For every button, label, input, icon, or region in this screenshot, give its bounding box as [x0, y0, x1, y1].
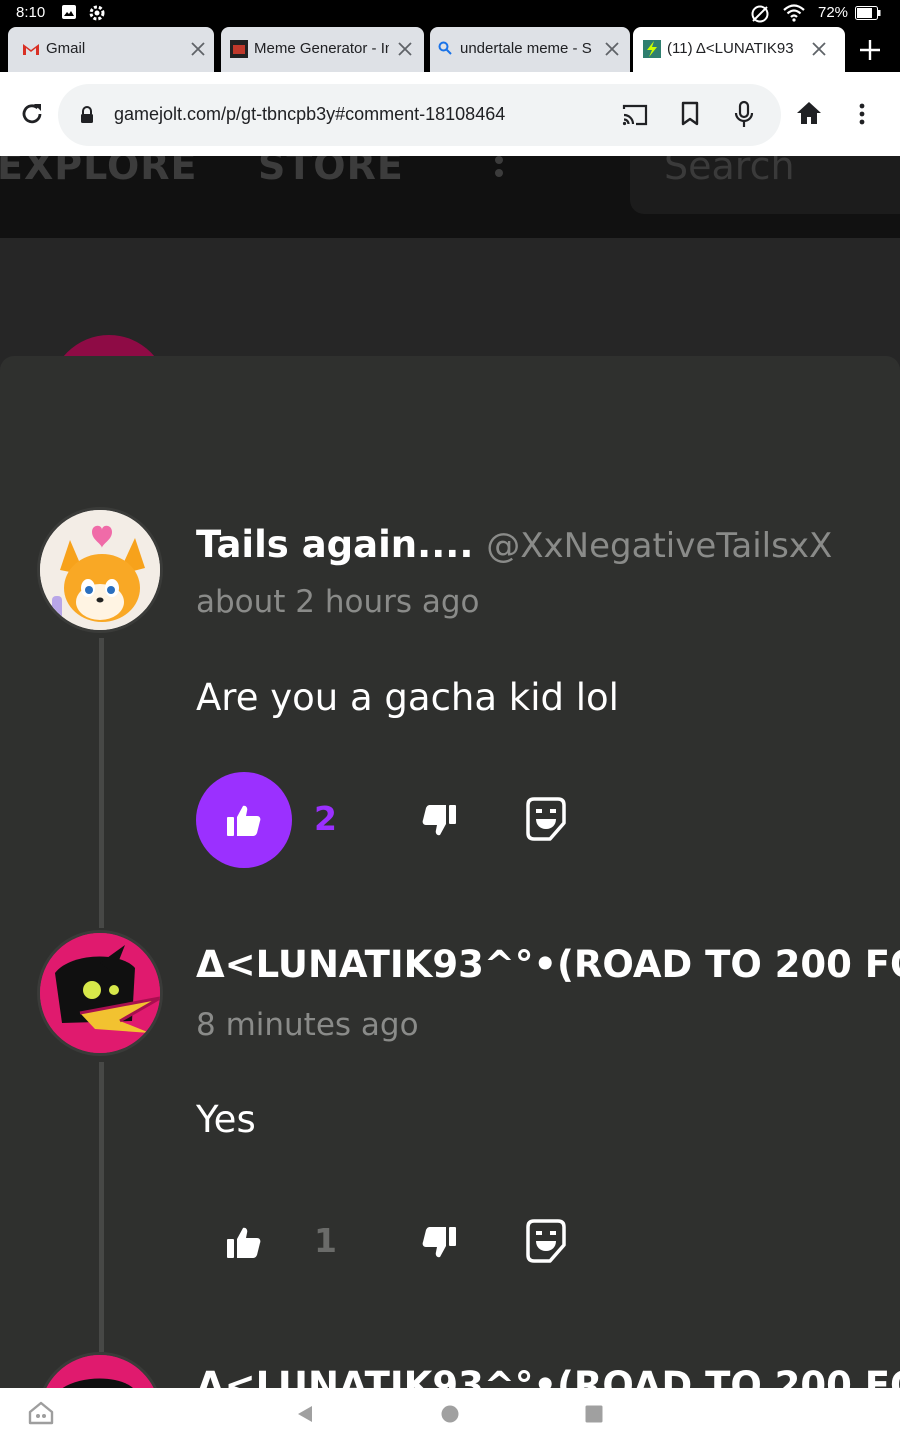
browser-toolbar: gamejolt.com/p/gt-tbncpb3y#comment-18108…	[0, 72, 900, 156]
do-not-disturb-icon	[751, 5, 769, 23]
home-circle-icon[interactable]	[440, 1404, 460, 1424]
comment-thread-panel: Tails again.... @XxNegativeTailsxX about…	[0, 356, 900, 1388]
like-count[interactable]: 1	[314, 1221, 337, 1260]
comment-timestamp[interactable]: about 2 hours ago	[196, 584, 480, 620]
gmail-icon	[23, 44, 39, 55]
page-background	[0, 238, 900, 368]
avatar[interactable]	[37, 1352, 163, 1388]
address-bar[interactable]: gamejolt.com/p/gt-tbncpb3y#comment-18108…	[58, 84, 781, 146]
comment-body: Yes	[196, 1098, 256, 1141]
sticker-icon[interactable]	[526, 797, 566, 843]
recents-icon[interactable]	[584, 1404, 604, 1424]
close-tab-icon[interactable]	[188, 39, 208, 59]
comment-author[interactable]: Δ<LUNATIK93^°•(ROAD TO 200 FOL	[196, 943, 900, 986]
battery-percent: 72%	[818, 4, 849, 21]
comment-author[interactable]: Tails again.... @XxNegativeTailsxX	[196, 523, 832, 566]
search-icon	[438, 41, 452, 55]
gamejolt-icon	[643, 40, 661, 58]
settings-gear-icon	[89, 5, 105, 21]
comment-body: Are you a gacha kid lol	[196, 676, 619, 719]
thumbs-up-icon	[227, 805, 261, 836]
clock: 8:10	[16, 4, 46, 21]
close-tab-icon[interactable]	[395, 39, 415, 59]
thumbs-down-icon[interactable]	[421, 803, 457, 839]
lunatik-avatar-image	[40, 933, 160, 1053]
author-name[interactable]: Δ<LUNATIK93^°•(ROAD TO 200 FOL	[196, 1364, 900, 1388]
status-bar: 8:10 72%	[0, 0, 900, 27]
tab-title: undertale meme - S	[460, 40, 592, 57]
tab-gmail[interactable]: Gmail	[8, 27, 214, 72]
tab-title: (11) Δ<LUNATIK93	[667, 40, 794, 57]
tab-gamejolt[interactable]: (11) Δ<LUNATIK93	[633, 27, 845, 72]
imgflip-icon	[230, 40, 248, 58]
tab-title: Meme Generator - Im	[254, 40, 389, 57]
tab-title: Gmail	[46, 40, 86, 57]
site-search-input[interactable]: Search	[630, 156, 900, 214]
sticker-icon[interactable]	[526, 1219, 566, 1265]
wifi-icon	[783, 4, 805, 22]
home-icon[interactable]	[796, 101, 822, 125]
site-header: EXPLORE STORE Search	[0, 156, 900, 238]
author-name[interactable]: Tails again....	[196, 523, 473, 566]
home-apps-icon[interactable]	[28, 1401, 54, 1425]
avatar[interactable]	[37, 930, 163, 1056]
thumbs-down-icon[interactable]	[421, 1225, 457, 1261]
new-tab-plus-icon[interactable]	[852, 35, 888, 65]
tab-strip: Gmail Meme Generator - Im undertale meme…	[0, 27, 900, 72]
reload-icon[interactable]	[18, 100, 46, 128]
bookmark-icon[interactable]	[680, 101, 700, 127]
back-icon[interactable]	[296, 1404, 314, 1424]
more-vert-icon[interactable]	[855, 102, 869, 126]
thumbs-up-icon	[227, 1227, 261, 1258]
lock-icon	[81, 106, 93, 123]
nav-store[interactable]: STORE	[258, 156, 404, 188]
author-handle[interactable]: @XxNegativeTailsxX	[486, 526, 832, 566]
tails-avatar-image	[40, 510, 160, 630]
site-search-placeholder: Search	[664, 156, 795, 188]
url-text[interactable]: gamejolt.com/p/gt-tbncpb3y#comment-18108…	[114, 104, 505, 125]
close-tab-icon[interactable]	[602, 39, 622, 59]
author-name[interactable]: Δ<LUNATIK93^°•(ROAD TO 200 FOL	[196, 943, 900, 986]
like-button[interactable]	[196, 1194, 292, 1290]
battery-icon	[855, 6, 881, 20]
tab-undertale-search[interactable]: undertale meme - S	[430, 27, 630, 72]
system-nav-bar	[0, 1388, 900, 1440]
avatar[interactable]	[37, 507, 163, 633]
lunatik-avatar-image	[40, 1355, 160, 1388]
mic-icon[interactable]	[733, 100, 755, 130]
more-menu-icon[interactable]	[492, 156, 506, 178]
thread-line	[99, 638, 104, 928]
close-tab-icon[interactable]	[809, 39, 829, 59]
nav-explore[interactable]: EXPLORE	[0, 156, 198, 188]
tab-meme-generator[interactable]: Meme Generator - Im	[221, 27, 424, 72]
like-count[interactable]: 2	[314, 799, 337, 838]
comment-author[interactable]: Δ<LUNATIK93^°•(ROAD TO 200 FOL	[196, 1364, 900, 1388]
comment-timestamp[interactable]: 8 minutes ago	[196, 1007, 419, 1043]
cast-icon[interactable]	[621, 102, 649, 128]
image-icon	[62, 5, 76, 19]
like-button[interactable]	[196, 772, 292, 868]
thread-line	[99, 1062, 104, 1352]
